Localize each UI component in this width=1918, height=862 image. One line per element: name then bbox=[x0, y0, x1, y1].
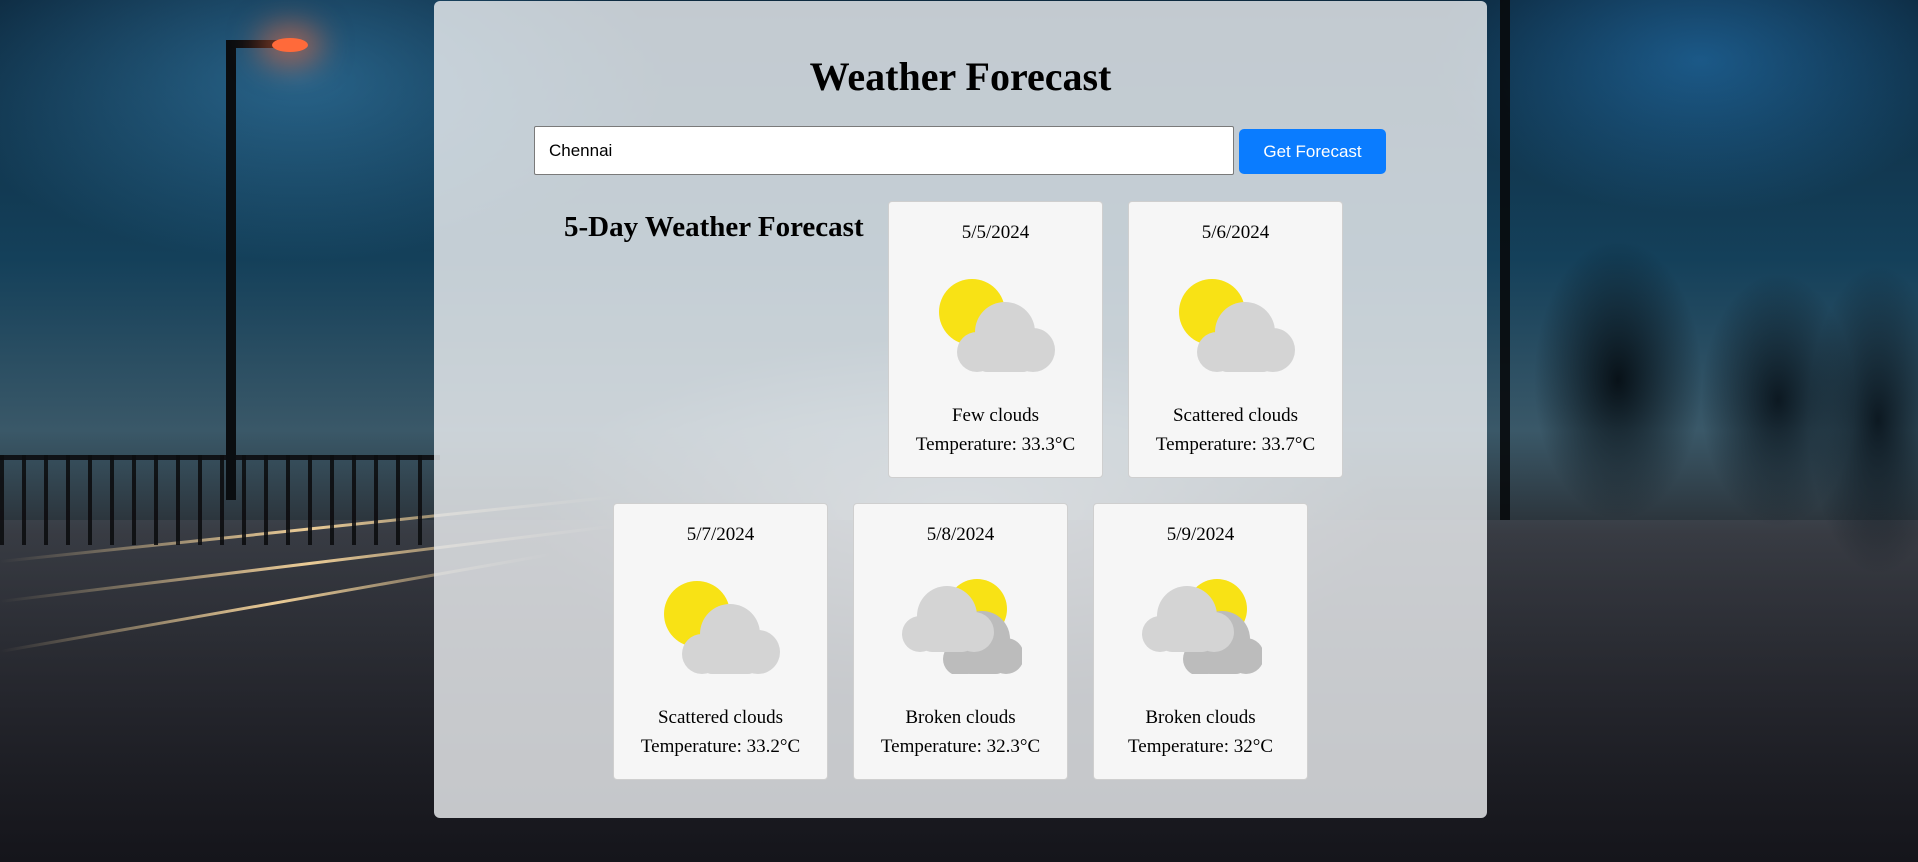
broken-clouds-icon bbox=[902, 579, 1022, 674]
forecast-date: 5/9/2024 bbox=[1166, 524, 1235, 545]
forecast-temperature: Temperature: 33.3°C bbox=[915, 434, 1076, 455]
city-search-input[interactable] bbox=[534, 126, 1234, 175]
forecast-date: 5/8/2024 bbox=[926, 524, 995, 545]
forecast-temperature: Temperature: 32°C bbox=[1127, 736, 1274, 757]
scattered-clouds-icon bbox=[1179, 279, 1295, 372]
weather-panel: Weather Forecast Get Forecast 5-Day Weat… bbox=[434, 1, 1487, 818]
page-title: Weather Forecast bbox=[809, 54, 1112, 99]
forecast-card: 5/8/2024 Broken clouds Temperature: 32.3… bbox=[853, 503, 1068, 780]
forecast-card: 5/7/2024 Scattered clouds Temperature: 3… bbox=[613, 503, 828, 780]
forecast-description: Scattered clouds bbox=[657, 707, 784, 728]
scattered-clouds-icon bbox=[664, 581, 780, 674]
forecast-description: Broken clouds bbox=[1145, 707, 1256, 728]
forecast-heading: 5-Day Weather Forecast bbox=[564, 211, 864, 243]
forecast-temperature: Temperature: 32.3°C bbox=[880, 736, 1041, 757]
forecast-card: 5/5/2024 Few clouds Temperature: 33.3°C bbox=[888, 201, 1103, 478]
background-railing bbox=[0, 455, 440, 545]
forecast-description: Broken clouds bbox=[905, 707, 1016, 728]
street-lamp-light bbox=[272, 38, 308, 52]
broken-clouds-icon bbox=[1142, 579, 1262, 674]
forecast-temperature: Temperature: 33.2°C bbox=[640, 736, 801, 757]
get-forecast-button[interactable]: Get Forecast bbox=[1239, 129, 1386, 174]
forecast-card: 5/6/2024 Scattered clouds Temperature: 3… bbox=[1128, 201, 1343, 478]
forecast-description: Scattered clouds bbox=[1172, 405, 1299, 426]
forecast-description: Few clouds bbox=[951, 405, 1040, 426]
forecast-temperature: Temperature: 33.7°C bbox=[1155, 434, 1316, 455]
forecast-date: 5/5/2024 bbox=[961, 222, 1030, 243]
background-trees bbox=[1478, 160, 1918, 640]
street-lamp-pole bbox=[226, 40, 236, 500]
forecast-card: 5/9/2024 Broken clouds Temperature: 32°C bbox=[1093, 503, 1308, 780]
few-clouds-icon bbox=[939, 279, 1055, 372]
forecast-date: 5/6/2024 bbox=[1201, 222, 1270, 243]
forecast-date: 5/7/2024 bbox=[686, 524, 755, 545]
background-pole bbox=[1500, 0, 1510, 520]
